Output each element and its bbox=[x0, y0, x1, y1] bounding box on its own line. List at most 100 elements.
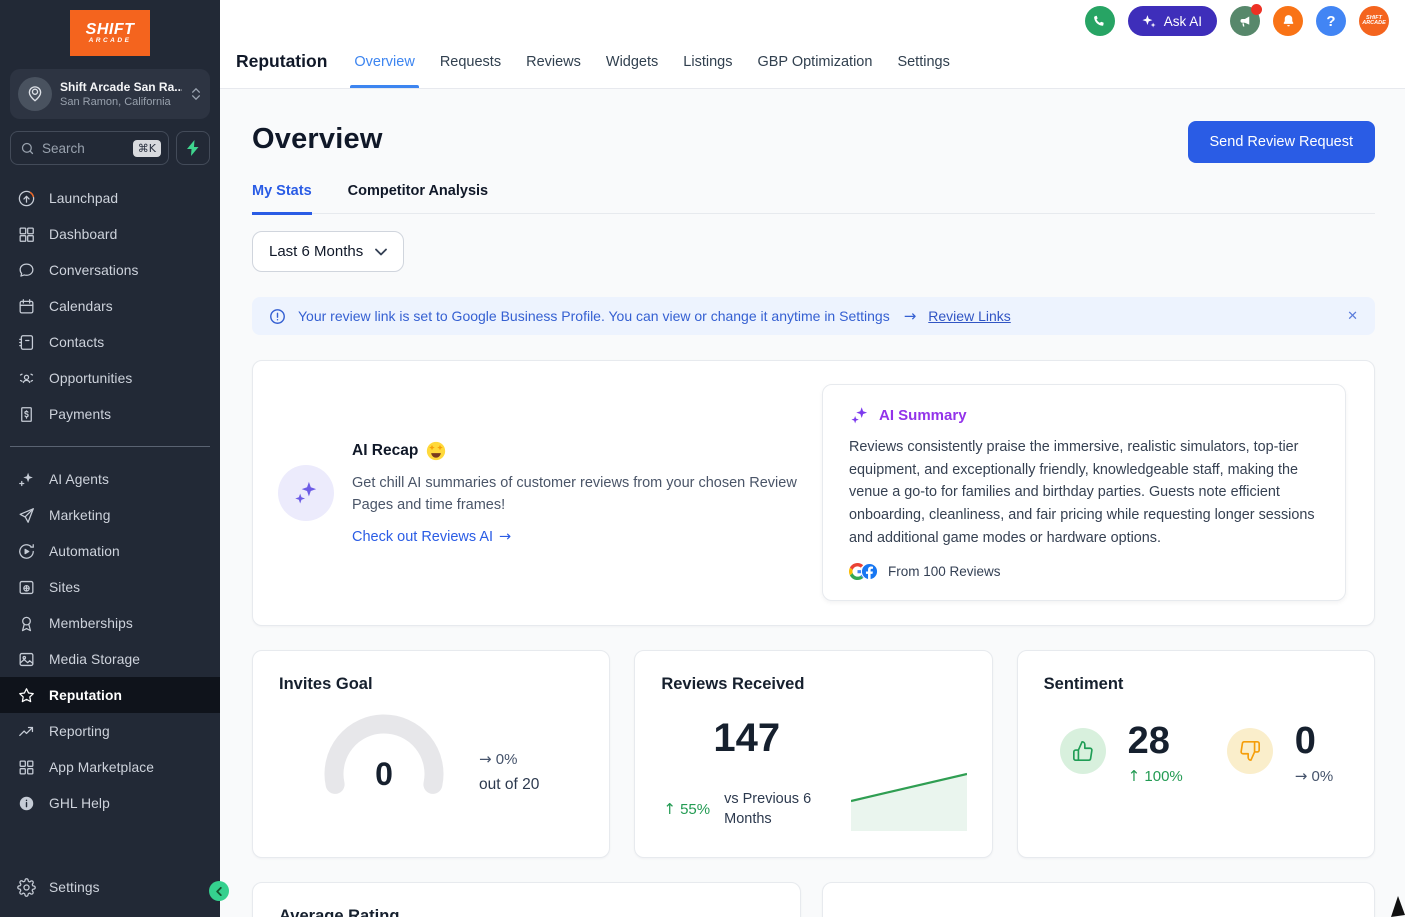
main-area: Reputation Overview Requests Reviews Widget… bbox=[220, 0, 1405, 917]
invites-goal-title: Invites Goal bbox=[279, 675, 583, 694]
sidebar-item-label: Sites bbox=[49, 580, 80, 595]
invites-goal-value: 0 bbox=[314, 756, 454, 792]
sparkles-icon bbox=[1140, 13, 1157, 30]
search-icon bbox=[20, 141, 35, 156]
sidebar-item-conversations[interactable]: Conversations bbox=[0, 252, 220, 288]
sentiment-negative-delta: → 0% bbox=[1295, 767, 1333, 785]
account-location: San Ramon, California bbox=[60, 96, 182, 108]
arrow-right-icon: → bbox=[904, 307, 917, 325]
subtab-my-stats[interactable]: My Stats bbox=[252, 183, 312, 213]
sidebar-item-launchpad[interactable]: Launchpad bbox=[0, 180, 220, 216]
settings-icon bbox=[16, 877, 36, 897]
ai-summary-body: Reviews consistently praise the immersiv… bbox=[849, 436, 1319, 550]
banner-message: Your review link is set to Google Busine… bbox=[298, 308, 890, 324]
account-name: Shift Arcade San Ra... bbox=[60, 80, 182, 94]
launchpad-icon bbox=[16, 188, 36, 208]
account-chevrons-icon[interactable] bbox=[190, 88, 202, 100]
search-input[interactable]: Search ⌘K bbox=[10, 131, 169, 165]
phone-button[interactable] bbox=[1085, 6, 1115, 36]
bottom-right-card bbox=[822, 882, 1375, 917]
sidebar-item-opportunities[interactable]: Opportunities bbox=[0, 360, 220, 396]
sidebar-item-settings[interactable]: Settings bbox=[0, 869, 220, 905]
sidebar-nav-settings: Settings bbox=[0, 869, 220, 905]
contacts-icon bbox=[16, 332, 36, 352]
review-link-banner: Your review link is set to Google Busine… bbox=[252, 297, 1375, 335]
sidebar-item-label: Memberships bbox=[49, 616, 133, 631]
lightning-icon bbox=[186, 140, 200, 156]
average-rating-card: Average Rating bbox=[252, 882, 801, 917]
sidebar-item-label: AI Agents bbox=[49, 472, 109, 487]
media-storage-icon bbox=[16, 649, 36, 669]
account-switcher[interactable]: Shift Arcade San Ra... San Ramon, Califo… bbox=[10, 69, 210, 119]
sidebar-item-reputation[interactable]: Reputation bbox=[0, 677, 220, 713]
sidebar-item-app-marketplace[interactable]: App Marketplace bbox=[0, 749, 220, 785]
notifications-button[interactable] bbox=[1273, 6, 1303, 36]
sidebar-item-sites[interactable]: Sites bbox=[0, 569, 220, 605]
invites-goal-card: Invites Goal 0 → 0% out of 20 bbox=[252, 650, 610, 858]
sidebar-item-automation[interactable]: Automation bbox=[0, 533, 220, 569]
dashboard-icon bbox=[16, 224, 36, 244]
tab-settings[interactable]: Settings bbox=[897, 35, 949, 88]
stats-subtabs: My Stats Competitor Analysis bbox=[252, 183, 1375, 214]
ai-recap-description: Get chill AI summaries of customer revie… bbox=[352, 472, 804, 516]
shift-app-button[interactable]: SHIFTARCADE bbox=[1359, 6, 1389, 36]
sidebar-item-label: Payments bbox=[49, 407, 111, 422]
star-struck-emoji bbox=[426, 441, 446, 461]
sidebar-item-reporting[interactable]: Reporting bbox=[0, 713, 220, 749]
sidebar-item-ghl-help[interactable]: GHL Help bbox=[0, 785, 220, 821]
check-out-reviews-ai-link[interactable]: Check out Reviews AI → bbox=[352, 529, 804, 545]
average-rating-title: Average Rating bbox=[279, 907, 774, 917]
quick-actions-button[interactable] bbox=[176, 131, 210, 165]
sidebar-item-marketing[interactable]: Marketing bbox=[0, 497, 220, 533]
module-title: Reputation bbox=[236, 51, 327, 72]
date-range-dropdown[interactable]: Last 6 Months bbox=[252, 231, 404, 272]
payments-icon bbox=[16, 404, 36, 424]
ai-recap-icon-circle bbox=[278, 465, 334, 521]
account-avatar bbox=[18, 77, 52, 111]
sidebar-item-payments[interactable]: Payments bbox=[0, 396, 220, 432]
search-placeholder: Search bbox=[42, 141, 85, 156]
subtab-competitor-analysis[interactable]: Competitor Analysis bbox=[348, 183, 488, 213]
tab-overview[interactable]: Overview bbox=[354, 35, 414, 88]
phone-icon bbox=[1092, 14, 1107, 29]
facebook-icon bbox=[861, 563, 878, 580]
banner-close-icon[interactable]: ✕ bbox=[1347, 308, 1358, 324]
tab-listings[interactable]: Listings bbox=[683, 35, 732, 88]
sidebar-item-label: Contacts bbox=[49, 335, 104, 350]
sidebar-item-contacts[interactable]: Contacts bbox=[0, 324, 220, 360]
opportunities-icon bbox=[16, 368, 36, 388]
sidebar-item-memberships[interactable]: Memberships bbox=[0, 605, 220, 641]
reviews-received-value: 147 bbox=[713, 716, 965, 761]
date-range-label: Last 6 Months bbox=[269, 243, 363, 260]
ghl-help-icon bbox=[16, 793, 36, 813]
sidebar-item-dashboard[interactable]: Dashboard bbox=[0, 216, 220, 252]
tab-widgets[interactable]: Widgets bbox=[606, 35, 658, 88]
reporting-icon bbox=[16, 721, 36, 741]
tab-requests[interactable]: Requests bbox=[440, 35, 501, 88]
sidebar-item-label: Calendars bbox=[49, 299, 113, 314]
ai-agents-icon bbox=[16, 469, 36, 489]
reviews-sparkline bbox=[851, 767, 967, 831]
thumbs-up-circle bbox=[1060, 728, 1106, 774]
send-review-request-button[interactable]: Send Review Request bbox=[1188, 121, 1375, 163]
tab-gbp-optimization[interactable]: GBP Optimization bbox=[757, 35, 872, 88]
topbar: Reputation Overview Requests Reviews Widget… bbox=[220, 0, 1405, 89]
sidebar-item-label: Reporting bbox=[49, 724, 110, 739]
help-button[interactable]: ? bbox=[1316, 6, 1346, 36]
sidebar-item-media-storage[interactable]: Media Storage bbox=[0, 641, 220, 677]
ai-summary-card: AI Summary Reviews consistently praise t… bbox=[822, 384, 1346, 601]
tab-reviews[interactable]: Reviews bbox=[526, 35, 581, 88]
ai-summary-source: From 100 Reviews bbox=[888, 564, 1001, 579]
sidebar: SHIFT ARCADE Shift Arcade San Ra... San … bbox=[0, 0, 220, 917]
sidebar-item-calendars[interactable]: Calendars bbox=[0, 288, 220, 324]
review-links-link[interactable]: Review Links bbox=[928, 308, 1010, 324]
logo-text: SHIFT bbox=[86, 22, 135, 37]
ask-ai-button[interactable]: Ask AI bbox=[1128, 6, 1217, 36]
sidebar-item-label: GHL Help bbox=[49, 796, 110, 811]
sidebar-item-label: Automation bbox=[49, 544, 120, 559]
reviews-received-card: Reviews Received 147 ↑ 55% vs Previous 6… bbox=[634, 650, 992, 858]
sidebar-item-label: App Marketplace bbox=[49, 760, 154, 775]
sidebar-item-ai-agents[interactable]: AI Agents bbox=[0, 461, 220, 497]
sidebar-collapse-button[interactable] bbox=[209, 881, 229, 901]
announcements-button[interactable] bbox=[1230, 6, 1260, 36]
